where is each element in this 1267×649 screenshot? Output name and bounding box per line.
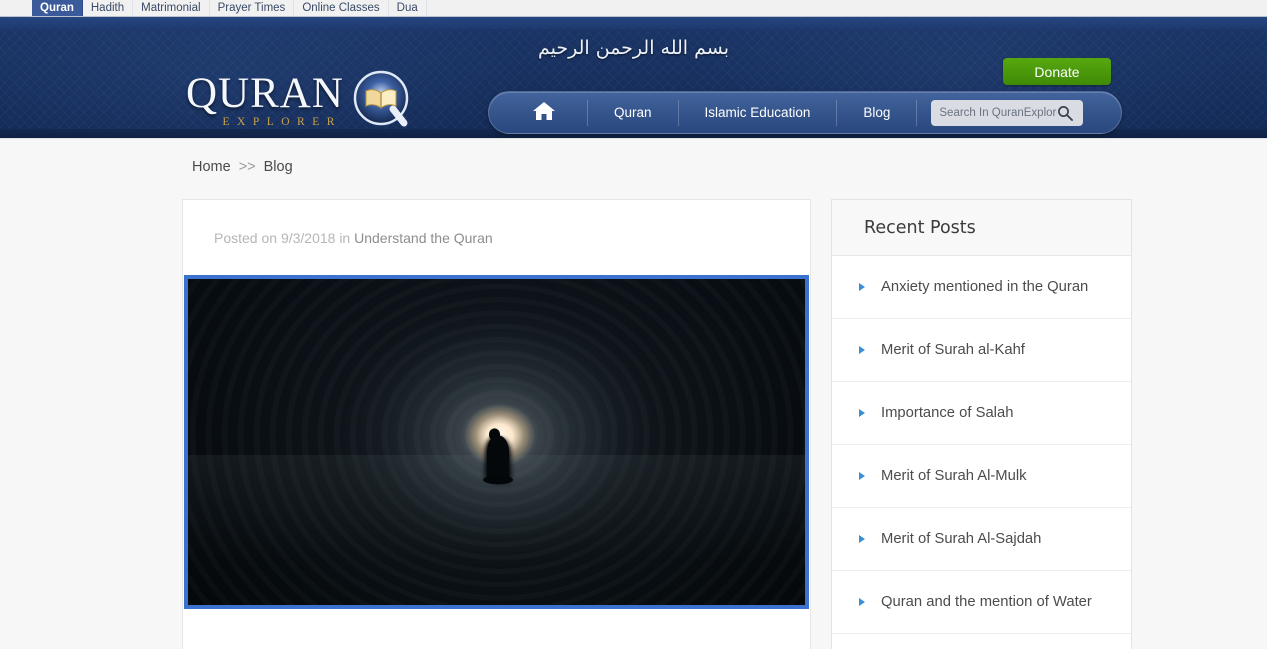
triangle-bullet-icon bbox=[859, 345, 868, 356]
list-item[interactable]: Importance of Salah bbox=[832, 382, 1131, 445]
triangle-bullet-icon bbox=[859, 408, 868, 419]
logo-wordmark: QURAN EXPLORER bbox=[186, 72, 344, 128]
recent-post-label: Merit of Surah Al-Mulk bbox=[881, 468, 1027, 484]
nav-item-blog[interactable]: Blog bbox=[837, 99, 918, 126]
list-item[interactable]: Merit of Surah Al-Mulk bbox=[832, 445, 1131, 508]
triangle-bullet-icon bbox=[859, 471, 868, 482]
donate-button[interactable]: Donate bbox=[1003, 58, 1111, 85]
breadcrumb-separator: >> bbox=[238, 159, 256, 175]
site-logo[interactable]: QURAN EXPLORER bbox=[186, 69, 414, 131]
recent-post-label: Merit of Surah al-Kahf bbox=[881, 342, 1025, 358]
main-navigation: Quran Islamic Education Blog bbox=[488, 91, 1122, 134]
top-tab-prayer-times[interactable]: Prayer Times bbox=[210, 0, 295, 16]
logo-secondary-text: EXPLORER bbox=[222, 116, 342, 128]
top-tab-dua[interactable]: Dua bbox=[389, 0, 427, 16]
post-category-link[interactable]: Understand the Quran bbox=[354, 230, 493, 246]
nav-item-quran[interactable]: Quran bbox=[588, 99, 679, 126]
bismillah-calligraphy: بسم الله الرحمن الرحيم bbox=[538, 37, 730, 59]
breadcrumb-current: Blog bbox=[263, 159, 293, 175]
triangle-bullet-icon bbox=[859, 282, 868, 293]
header-top-band bbox=[0, 17, 1267, 29]
recent-post-label: Merit of Surah Al-Sajdah bbox=[881, 531, 1042, 547]
header-search-box[interactable] bbox=[931, 99, 1084, 126]
breadcrumb-home-link[interactable]: Home bbox=[192, 159, 231, 175]
list-item[interactable]: Merit of Surah Al-Sajdah bbox=[832, 508, 1131, 571]
post-meta: Posted on 9/3/2018 in Understand the Qur… bbox=[183, 200, 810, 246]
search-input[interactable] bbox=[939, 106, 1058, 119]
breadcrumb: Home >> Blog bbox=[192, 159, 293, 175]
triangle-bullet-icon bbox=[859, 534, 868, 545]
logo-primary-text: QURAN bbox=[186, 70, 344, 117]
list-item[interactable]: Anxiety mentioned in the Quran bbox=[832, 256, 1131, 319]
nav-item-islamic-education[interactable]: Islamic Education bbox=[679, 99, 838, 126]
search-icon[interactable] bbox=[1057, 105, 1074, 121]
top-tab-quran[interactable]: Quran bbox=[32, 0, 83, 16]
top-tab-online-classes[interactable]: Online Classes bbox=[294, 0, 389, 16]
sidebar-title: Recent Posts bbox=[864, 217, 976, 238]
sidebar-header: Recent Posts bbox=[832, 200, 1131, 256]
recent-post-label: Importance of Salah bbox=[881, 405, 1014, 421]
list-item[interactable]: Merit of Surah al-Kahf bbox=[832, 319, 1131, 382]
praying-figure-silhouette bbox=[482, 428, 513, 485]
post-hero-image bbox=[184, 275, 809, 609]
quran-book-emblem-icon bbox=[352, 69, 414, 131]
nav-item-home[interactable] bbox=[489, 99, 588, 126]
list-item[interactable]: Quran and the mention of Water bbox=[832, 571, 1131, 634]
triangle-bullet-icon bbox=[859, 597, 868, 608]
blog-post-card: Posted on 9/3/2018 in Understand the Qur… bbox=[182, 199, 811, 649]
page-body: Home >> Blog Posted on 9/3/2018 in Under… bbox=[0, 138, 1267, 649]
top-tab-hadith[interactable]: Hadith bbox=[83, 0, 134, 16]
post-meta-prefix: Posted on 9/3/2018 in bbox=[214, 230, 351, 246]
recent-post-label: Anxiety mentioned in the Quran bbox=[881, 279, 1089, 295]
site-header: بسم الله الرحمن الرحيم QURAN EXPLORER Do… bbox=[0, 17, 1267, 138]
recent-posts-sidebar: Recent Posts Anxiety mentioned in the Qu… bbox=[831, 199, 1132, 649]
top-tab-matrimonial[interactable]: Matrimonial bbox=[133, 0, 210, 16]
site-top-tab-strip: Quran Hadith Matrimonial Prayer Times On… bbox=[0, 0, 1267, 17]
recent-post-label: Quran and the mention of Water bbox=[881, 594, 1092, 610]
home-icon bbox=[531, 100, 557, 125]
